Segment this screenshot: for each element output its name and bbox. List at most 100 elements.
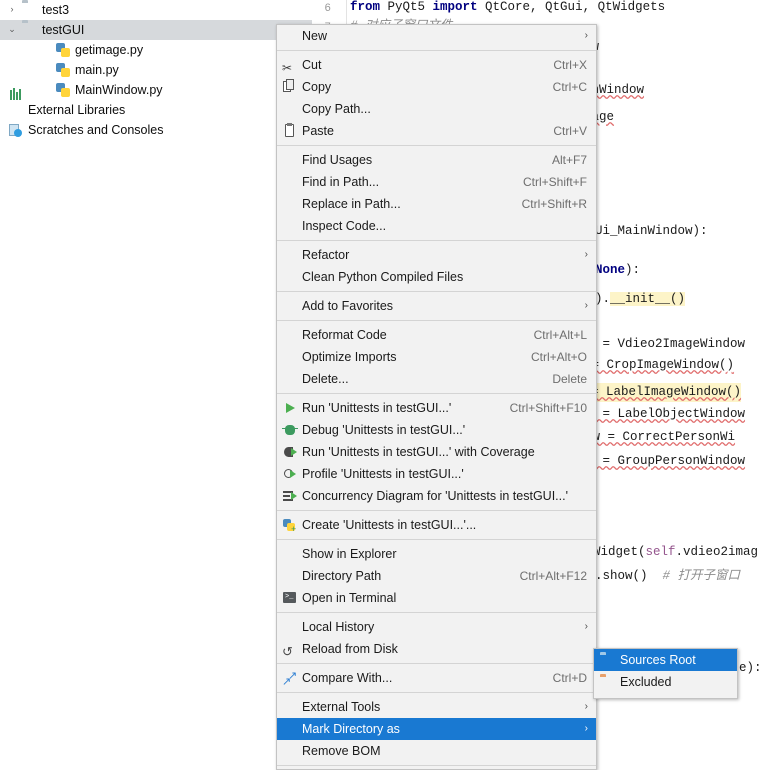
tree-item-scratches-and-consoles[interactable]: Scratches and Consoles: [0, 120, 312, 140]
python-file-icon: [55, 42, 71, 58]
menu-item-run-unittests-in-testgui[interactable]: Run 'Unittests in testGUI...'Ctrl+Shift+…: [277, 397, 596, 419]
tree-item-test3[interactable]: ›test3: [0, 0, 312, 20]
paste-icon: [282, 123, 298, 139]
menu-item-concurrency-diagram-for-unittests-in-testgui[interactable]: Concurrency Diagram for 'Unittests in te…: [277, 485, 596, 507]
menu-item-optimize-imports[interactable]: Optimize Imports Ctrl+Alt+O: [277, 346, 596, 368]
scratches-icon: [8, 122, 24, 138]
menu-separator: [277, 539, 596, 540]
compare-icon: ↗↗: [282, 670, 298, 686]
tree-item-external-libraries[interactable]: ›External Libraries: [0, 100, 312, 120]
menu-item-new[interactable]: New ›: [277, 25, 596, 47]
tree-item-testgui[interactable]: ⌄ testGUI: [0, 20, 312, 40]
menu-item-create-unittests-in-testgui[interactable]: +Create 'Unittests in testGUI...'...: [277, 514, 596, 536]
tree-item-main-py[interactable]: main.py: [0, 60, 312, 80]
submenu-item-excluded[interactable]: Excluded: [594, 671, 737, 693]
submenu-item-sources-root[interactable]: Sources Root: [594, 649, 737, 671]
menu-item-label: Refactor: [302, 244, 349, 266]
menu-separator: [277, 320, 596, 321]
code-line: from PyQt5 import QtCore, QtGui, QtWidge…: [350, 0, 665, 17]
menu-item-label: Profile 'Unittests in testGUI...': [302, 463, 464, 485]
menu-item-directory-path[interactable]: Directory PathCtrl+Alt+F12: [277, 565, 596, 587]
menu-item-label: Directory Path: [302, 565, 381, 587]
menu-item-clean-python-compiled-files[interactable]: Clean Python Compiled Files: [277, 266, 596, 288]
menu-item-debug-unittests-in-testgui[interactable]: Debug 'Unittests in testGUI...': [277, 419, 596, 441]
menu-item-external-tools[interactable]: External Tools ›: [277, 696, 596, 718]
project-tree-panel[interactable]: ›test3⌄ testGUIgetimage.pymain.pyMainWind…: [0, 0, 312, 697]
chevron-right-icon[interactable]: ›: [0, 100, 4, 120]
menu-item-shortcut: Ctrl+Alt+L: [534, 324, 587, 346]
menu-item-compare-with[interactable]: ↗↗Compare With...Ctrl+D: [277, 667, 596, 689]
menu-item-reload-from-disk[interactable]: ↺Reload from Disk: [277, 638, 596, 660]
debug-icon: [282, 422, 298, 438]
code-fragment: ow.show() # 打开子窗口: [580, 567, 740, 586]
menu-item-label: New: [302, 25, 327, 47]
menu-item-label: Reload from Disk: [302, 638, 398, 660]
tree-item-mainwindow-py[interactable]: MainWindow.py: [0, 80, 312, 100]
chevron-right-icon[interactable]: ›: [6, 0, 18, 20]
menu-item-label: Run 'Unittests in testGUI...': [302, 397, 451, 419]
menu-item-label: Delete...: [302, 368, 349, 390]
folder-icon: [22, 22, 38, 38]
menu-item-label: Concurrency Diagram for 'Unittests in te…: [302, 485, 568, 507]
menu-item-find-in-path[interactable]: Find in Path... Ctrl+Shift+F: [277, 171, 596, 193]
menu-separator: [277, 291, 596, 292]
menu-item-inspect-code[interactable]: Inspect Code...: [277, 215, 596, 237]
chevron-right-icon: ›: [585, 295, 588, 317]
menu-item-refactor[interactable]: Refactor›: [277, 244, 596, 266]
submenu-item-label: Excluded: [620, 675, 671, 689]
menu-item-shortcut: Alt+F7: [552, 149, 587, 171]
code-fragment: w = LabelImageWindow(): [576, 383, 741, 402]
menu-item-label: Paste: [302, 120, 334, 142]
menu-item-profile-unittests-in-testgui[interactable]: Profile 'Unittests in testGUI...': [277, 463, 596, 485]
terminal-icon: >_: [282, 590, 298, 606]
menu-item-label: Open in Terminal: [302, 587, 396, 609]
menu-item-label: Run 'Unittests in testGUI...' with Cover…: [302, 441, 535, 463]
menu-separator: [277, 393, 596, 394]
menu-item-find-usages[interactable]: Find Usages Alt+F7: [277, 149, 596, 171]
mark-directory-as-submenu[interactable]: Sources Root Excluded: [593, 648, 738, 699]
profile-icon: [282, 466, 298, 482]
code-comment: # 打开子窗口: [663, 569, 741, 583]
menu-item-label: Reformat Code: [302, 324, 387, 346]
menu-item-reformat-code[interactable]: Reformat Code Ctrl+Alt+L: [277, 324, 596, 346]
menu-item-run-unittests-in-testgui-with-coverage[interactable]: Run 'Unittests in testGUI...' with Cover…: [277, 441, 596, 463]
menu-item-paste[interactable]: Paste Ctrl+V: [277, 120, 596, 142]
menu-item-shortcut: Ctrl+Shift+F: [523, 171, 587, 193]
chevron-right-icon: ›: [585, 25, 588, 47]
menu-item-copy[interactable]: CopyCtrl+C: [277, 76, 596, 98]
menu-item-label: Compare With...: [302, 667, 392, 689]
code-fragment: ow = LabelObjectWindow: [580, 405, 745, 424]
menu-item-add-to-favorites[interactable]: Add to Favorites›: [277, 295, 596, 317]
menu-item-label: Find Usages: [302, 149, 372, 171]
menu-item-mark-directory-as[interactable]: Mark Directory as›: [277, 718, 596, 740]
menu-item-delete[interactable]: Delete... Delete: [277, 368, 596, 390]
chevron-right-icon: ›: [585, 616, 588, 638]
chevron-down-icon[interactable]: ⌄: [6, 20, 18, 40]
menu-item-open-in-terminal[interactable]: >_Open in Terminal: [277, 587, 596, 609]
menu-item-label: External Tools: [302, 696, 380, 718]
menu-item-copy-path[interactable]: Copy Path...: [277, 98, 596, 120]
menu-item-label: Find in Path...: [302, 171, 379, 193]
folder-icon: [22, 2, 38, 18]
menu-item-label: Remove BOM: [302, 740, 381, 762]
context-menu[interactable]: New › ✂CutCtrl+XCopyCtrl+CCopy Path...Past…: [276, 24, 597, 770]
menu-item-cut[interactable]: ✂CutCtrl+X: [277, 54, 596, 76]
python-file-icon: [55, 62, 71, 78]
menu-item-remove-bom[interactable]: Remove BOM: [277, 740, 596, 762]
scissors-icon: ✂: [282, 57, 298, 73]
menu-item-shortcut: Ctrl+Alt+O: [531, 346, 587, 368]
libraries-icon: [8, 102, 24, 118]
menu-item-show-in-explorer[interactable]: Show in Explorer: [277, 543, 596, 565]
menu-item-shortcut: Ctrl+Shift+R: [522, 193, 587, 215]
menu-item-label: Local History: [302, 616, 374, 638]
menu-item-shortcut: Delete: [552, 368, 587, 390]
menu-item-shortcut: Ctrl+V: [553, 120, 587, 142]
menu-item-label: Optimize Imports: [302, 346, 396, 368]
menu-item-label: Copy: [302, 76, 331, 98]
tree-item-getimage-py[interactable]: getimage.py: [0, 40, 312, 60]
menu-item-label: Clean Python Compiled Files: [302, 266, 463, 288]
chevron-right-icon: ›: [585, 696, 588, 718]
menu-item-replace-in-path[interactable]: Replace in Path...Ctrl+Shift+R: [277, 193, 596, 215]
menu-item-local-history[interactable]: Local History ›: [277, 616, 596, 638]
tree-item-label: testGUI: [42, 20, 84, 40]
